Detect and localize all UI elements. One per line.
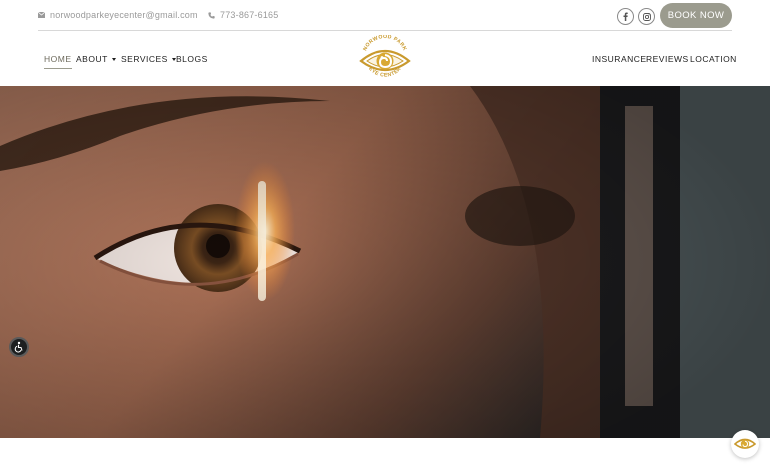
hero-image <box>0 86 770 438</box>
nav-about[interactable]: ABOUT <box>76 54 116 64</box>
nav-insurance[interactable]: INSURANCE <box>592 54 647 64</box>
facebook-link[interactable] <box>617 8 634 25</box>
instagram-link[interactable] <box>638 8 655 25</box>
nav-blogs-label: BLOGS <box>176 54 208 64</box>
phone-icon <box>208 11 215 19</box>
nav-reviews-label: REVIEWS <box>646 54 689 64</box>
instagram-icon <box>642 12 651 21</box>
nav-blogs[interactable]: BLOGS <box>176 54 208 64</box>
logo-eye-icon: NORWOOD PARK EYE CENTER <box>359 34 411 79</box>
nav-home[interactable]: HOME <box>44 54 72 69</box>
email-text: norwoodparkeyecenter@gmail.com <box>50 10 198 20</box>
eye-photo <box>0 86 770 438</box>
nav-location[interactable]: LOCATION <box>690 54 737 64</box>
book-now-button[interactable]: BOOK NOW <box>660 3 732 28</box>
email-link[interactable]: norwoodparkeyecenter@gmail.com <box>38 10 198 20</box>
svg-text:NORWOOD PARK: NORWOOD PARK <box>362 35 407 52</box>
nav-home-label: HOME <box>44 54 72 64</box>
nav-location-label: LOCATION <box>690 54 737 64</box>
chevron-down-icon <box>111 57 116 61</box>
accessibility-icon <box>14 341 23 353</box>
envelope-icon <box>38 12 45 18</box>
top-bar: norwoodparkeyecenter@gmail.com 773-867-6… <box>38 0 732 31</box>
accessibility-button[interactable] <box>9 337 29 357</box>
page: norwoodparkeyecenter@gmail.com 773-867-6… <box>0 0 770 470</box>
phone-link[interactable]: 773-867-6165 <box>208 10 278 20</box>
site-logo[interactable]: NORWOOD PARK EYE CENTER <box>357 34 413 83</box>
main-nav: HOME ABOUT SERVICES BLOGS NORWOOD PARK E… <box>0 31 770 86</box>
chat-button[interactable] <box>731 430 759 458</box>
nav-about-label: ABOUT <box>76 54 108 64</box>
nav-reviews[interactable]: REVIEWS <box>646 54 689 64</box>
nav-services[interactable]: SERVICES <box>121 54 176 64</box>
facebook-icon <box>623 12 628 21</box>
logo-text-top: NORWOOD PARK <box>362 34 407 52</box>
chat-logo-icon <box>734 438 756 449</box>
phone-text: 773-867-6165 <box>220 10 279 20</box>
nav-services-label: SERVICES <box>121 54 168 64</box>
nav-insurance-label: INSURANCE <box>592 54 647 64</box>
